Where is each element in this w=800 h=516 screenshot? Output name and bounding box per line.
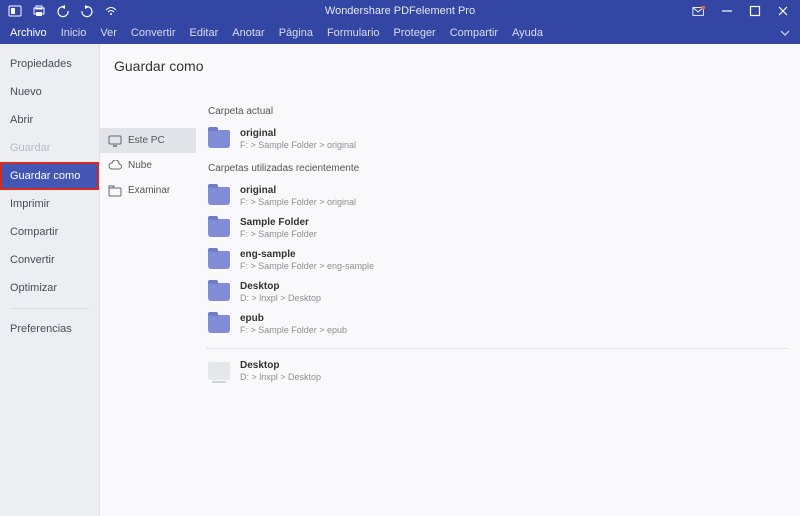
menu-convertir[interactable]: Convertir <box>131 27 176 39</box>
folder-icon <box>208 130 230 148</box>
folder-name: Desktop <box>240 281 321 292</box>
folder-path: D: > lnxpl > Desktop <box>240 372 321 382</box>
source-label: Examinar <box>128 185 170 196</box>
folder-name: original <box>240 185 356 196</box>
folder-icon <box>208 187 230 205</box>
desktop-icon <box>208 362 230 380</box>
sidebar-item-imprimir[interactable]: Imprimir <box>0 190 99 218</box>
sidebar-item-propiedades[interactable]: Propiedades <box>0 50 99 78</box>
menu-compartir[interactable]: Compartir <box>450 27 498 39</box>
close-icon[interactable] <box>776 4 790 18</box>
menu-ver[interactable]: Ver <box>100 27 117 39</box>
sidebar-item-compartir[interactable]: Compartir <box>0 218 99 246</box>
save-source-column: Este PC Nube Examinar <box>100 84 196 516</box>
folder-path: F: > Sample Folder > original <box>240 197 356 207</box>
app-title: Wondershare PDFelement Pro <box>0 5 800 17</box>
menu-archivo[interactable]: Archivo <box>10 27 47 39</box>
cloud-icon <box>108 161 122 171</box>
menu-editar[interactable]: Editar <box>190 27 219 39</box>
sidebar-item-convertir[interactable]: Convertir <box>0 246 99 274</box>
title-bar: Wondershare PDFelement Pro <box>0 0 800 22</box>
divider <box>206 348 788 349</box>
section-recent-label: Carpetas utilizadas recientemente <box>208 163 788 174</box>
folder-row[interactable]: eng-sample F: > Sample Folder > eng-samp… <box>206 244 788 276</box>
folder-row[interactable]: epub F: > Sample Folder > epub <box>206 308 788 340</box>
sidebar-separator <box>10 308 89 309</box>
content-area: Guardar como Este PC Nube <box>100 44 800 516</box>
sidebar-item-nuevo[interactable]: Nuevo <box>0 78 99 106</box>
folder-row[interactable]: Sample Folder F: > Sample Folder <box>206 212 788 244</box>
source-label: Nube <box>128 160 152 171</box>
ribbon-collapse-icon[interactable] <box>780 28 790 38</box>
maximize-icon[interactable] <box>748 4 762 18</box>
folder-row[interactable]: original F: > Sample Folder > original <box>206 123 788 155</box>
folder-name: epub <box>240 313 347 324</box>
folder-name: eng-sample <box>240 249 374 260</box>
folder-name: Sample Folder <box>240 217 317 228</box>
folders-column: Carpeta actual original F: > Sample Fold… <box>196 84 800 516</box>
source-examinar[interactable]: Examinar <box>100 178 196 203</box>
folder-row[interactable]: original F: > Sample Folder > original <box>206 180 788 212</box>
menu-formulario[interactable]: Formulario <box>327 27 380 39</box>
sidebar-item-preferencias[interactable]: Preferencias <box>0 315 99 343</box>
browse-icon <box>108 186 122 196</box>
menu-anotar[interactable]: Anotar <box>232 27 264 39</box>
source-label: Este PC <box>128 135 165 146</box>
file-menu-sidebar: Propiedades Nuevo Abrir Guardar Guardar … <box>0 44 100 516</box>
folder-row[interactable]: Desktop D: > lnxpl > Desktop <box>206 276 788 308</box>
folder-path: F: > Sample Folder <box>240 229 317 239</box>
minimize-icon[interactable] <box>720 4 734 18</box>
folder-path: F: > Sample Folder > original <box>240 140 356 150</box>
source-nube[interactable]: Nube <box>100 153 196 178</box>
folder-name: Desktop <box>240 360 321 371</box>
sidebar-item-optimizar[interactable]: Optimizar <box>0 274 99 302</box>
sidebar-item-guardar: Guardar <box>0 134 99 162</box>
source-este-pc[interactable]: Este PC <box>100 128 196 153</box>
section-current-label: Carpeta actual <box>208 106 788 117</box>
app-body: Propiedades Nuevo Abrir Guardar Guardar … <box>0 44 800 516</box>
monitor-icon <box>108 136 122 146</box>
folder-icon <box>208 315 230 333</box>
window-controls <box>692 4 800 18</box>
folder-name: original <box>240 128 356 139</box>
menu-pagina[interactable]: Página <box>279 27 313 39</box>
folder-icon <box>208 219 230 237</box>
sidebar-item-abrir[interactable]: Abrir <box>0 106 99 134</box>
folder-path: D: > lnxpl > Desktop <box>240 293 321 303</box>
panel-title: Guardar como <box>100 44 800 84</box>
menu-bar: Archivo Inicio Ver Convertir Editar Anot… <box>0 22 800 44</box>
menu-ayuda[interactable]: Ayuda <box>512 27 543 39</box>
folder-path: F: > Sample Folder > eng-sample <box>240 261 374 271</box>
mail-notification-icon[interactable] <box>692 4 706 18</box>
folder-icon <box>208 283 230 301</box>
folder-meta: original F: > Sample Folder > original <box>240 128 356 150</box>
folder-path: F: > Sample Folder > epub <box>240 325 347 335</box>
folder-row[interactable]: Desktop D: > lnxpl > Desktop <box>206 355 788 387</box>
menu-inicio[interactable]: Inicio <box>61 27 87 39</box>
sidebar-item-guardar-como[interactable]: Guardar como <box>0 162 99 190</box>
menu-proteger[interactable]: Proteger <box>394 27 436 39</box>
folder-icon <box>208 251 230 269</box>
